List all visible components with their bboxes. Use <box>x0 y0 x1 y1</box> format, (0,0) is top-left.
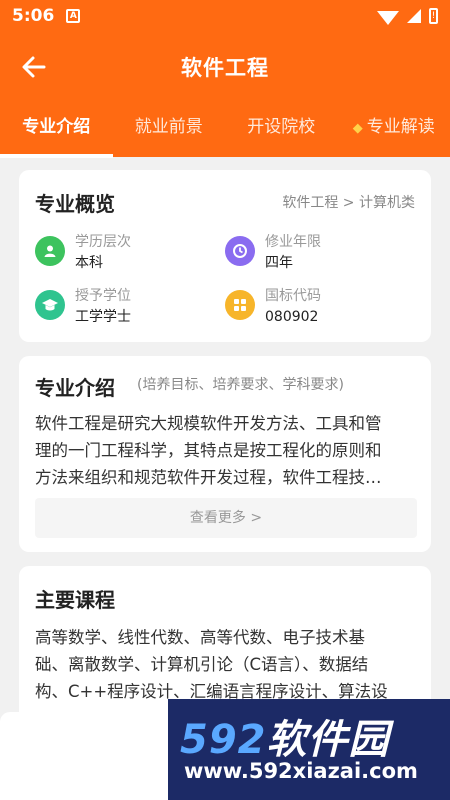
tab-career[interactable]: 就业前景 <box>113 104 226 154</box>
info-label: 国标代码 <box>265 288 321 304</box>
info-label: 修业年限 <box>265 234 321 250</box>
tab-label: 开设院校 <box>247 117 316 137</box>
intro-card: 专业介绍 (培养目标、培养要求、学科要求) 软件工程是研究大规模软件开发方法、工… <box>19 356 431 552</box>
watermark-brand-text: 软件园 <box>266 717 390 763</box>
view-more-button[interactable]: 查看更多 > <box>35 498 417 538</box>
wifi-icon <box>377 11 399 25</box>
info-value: 四年 <box>265 255 293 271</box>
signal-icon <box>407 9 421 23</box>
courses-text: 高等数学、线性代数、高等代数、电子技术基 础、离散数学、计算机引论（C语言）、数… <box>35 624 415 705</box>
overview-title: 专业概览 <box>35 192 115 216</box>
watermark-brand: 592软件园 <box>180 707 390 765</box>
text-line: 高等数学、线性代数、高等代数、电子技术基 <box>35 628 365 647</box>
user-icon <box>35 236 65 266</box>
gem-icon: ◆ <box>352 121 363 136</box>
status-bar: 5:06 A ! <box>0 0 450 32</box>
back-button[interactable] <box>18 52 50 82</box>
tab-interpretation[interactable]: ◆ 专业解读 <box>338 104 450 154</box>
info-value: 工学学士 <box>75 309 131 325</box>
status-time: 5:06 <box>12 6 55 26</box>
tab-label: 就业前景 <box>134 117 203 137</box>
watermark-url: www.592xiazai.com <box>184 759 418 783</box>
graduation-cap-icon <box>35 290 65 320</box>
info-national-code: 国标代码 080902 <box>225 286 321 328</box>
watermark-logo: 592软件园 www.592xiazai.com <box>168 699 450 800</box>
tab-schools[interactable]: 开设院校 <box>225 104 338 154</box>
tab-bar: 专业介绍 就业前景 开设院校 ◆ 专业解读 <box>0 104 450 158</box>
info-label: 授予学位 <box>75 288 131 304</box>
tab-intro[interactable]: 专业介绍 <box>0 104 113 158</box>
intro-subtitle: (培养目标、培养要求、学科要求) <box>137 377 344 393</box>
status-icons: ! <box>377 7 438 25</box>
info-value: 080902 <box>265 309 319 325</box>
title-bar: 软件工程 <box>0 40 450 94</box>
courses-title: 主要课程 <box>35 588 115 612</box>
tab-label: 专业解读 <box>366 117 435 137</box>
grid-icon <box>225 290 255 320</box>
arrow-left-icon <box>22 56 46 78</box>
info-label: 学历层次 <box>75 234 131 250</box>
bottom-sheet <box>0 712 168 800</box>
overview-card: 专业概览 软件工程 > 计算机类 学历层次 本科 修业年限 四年 授予学位 工学… <box>19 170 431 342</box>
app-header: 5:06 A ! 软件工程 专业介绍 就业前景 开设院校 ◆ 专业解读 <box>0 0 450 158</box>
info-value: 本科 <box>75 255 103 271</box>
watermark-number: 592 <box>180 717 267 763</box>
clock-icon <box>225 236 255 266</box>
text-line: 理的一门工程科学，其特点是按工程化的原则和 <box>35 441 382 460</box>
info-education-level: 学历层次 本科 <box>35 232 131 274</box>
page-title: 软件工程 <box>181 56 269 80</box>
intro-title: 专业介绍 <box>35 376 115 400</box>
text-line: 软件工程是研究大规模软件开发方法、工具和管 <box>35 414 382 433</box>
tab-label: 专业介绍 <box>22 117 91 137</box>
info-duration: 修业年限 四年 <box>225 232 321 274</box>
notification-icon: A <box>66 9 81 23</box>
text-line: 方法来组织和规范软件开发过程，软件工程技… <box>35 468 382 487</box>
battery-icon: ! <box>429 8 438 24</box>
text-line: 础、离散数学、计算机引论（C语言）、数据结 <box>35 655 369 674</box>
info-degree: 授予学位 工学学士 <box>35 286 131 328</box>
breadcrumb: 软件工程 > 计算机类 <box>282 195 415 211</box>
intro-text: 软件工程是研究大规模软件开发方法、工具和管 理的一门工程科学，其特点是按工程化的… <box>35 410 415 491</box>
